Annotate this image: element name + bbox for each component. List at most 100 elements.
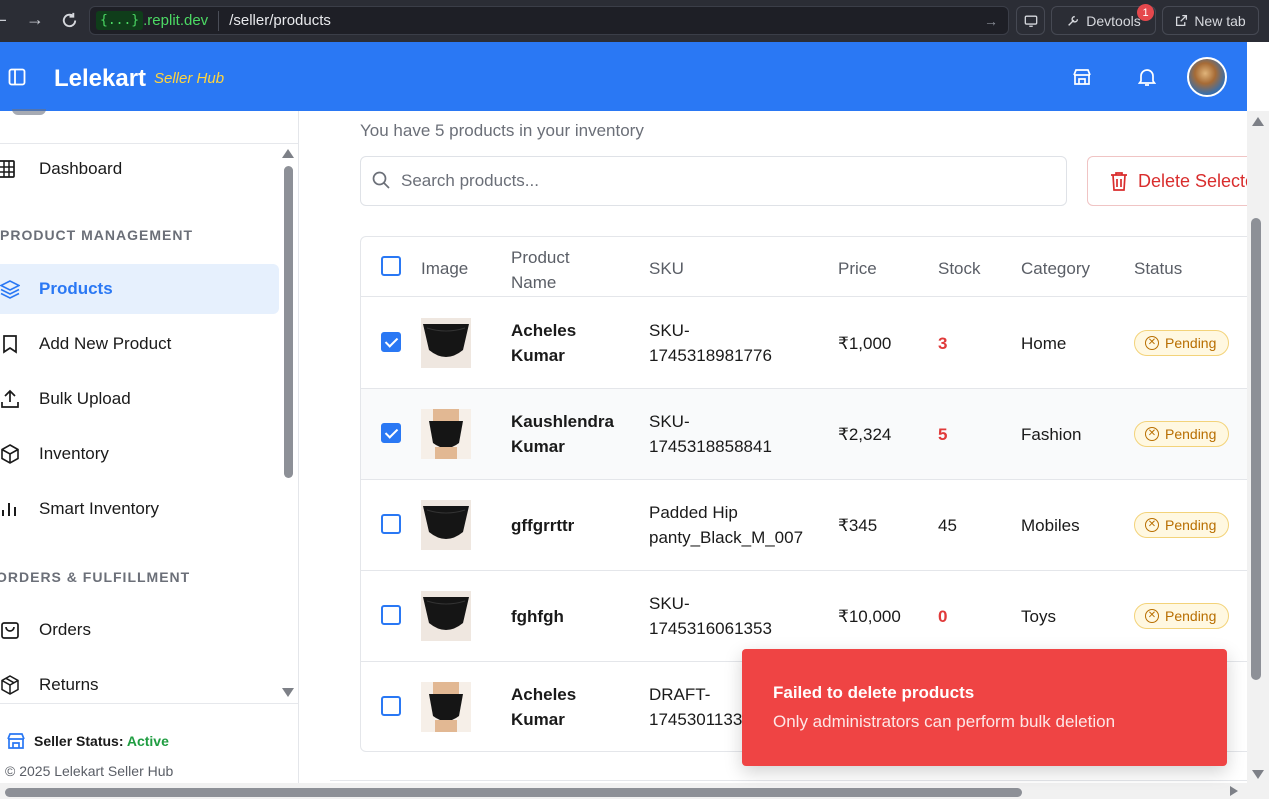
product-thumbnail[interactable] (421, 682, 471, 732)
column-header-stock: Stock (938, 259, 981, 278)
error-toast[interactable]: Failed to delete products Only administr… (742, 649, 1227, 766)
reload-icon[interactable] (60, 11, 79, 30)
product-thumbnail[interactable] (421, 318, 471, 368)
bell-icon[interactable] (1138, 67, 1156, 87)
table-row[interactable]: gffgrrttr Padded Hip panty_Black_M_007 ₹3… (361, 480, 1247, 571)
browser-chrome: – → {...} .replit.dev /seller/products →… (0, 0, 1269, 42)
row-checkbox[interactable] (381, 514, 401, 534)
avatar[interactable] (1187, 57, 1227, 97)
product-price: ₹10,000 (838, 607, 901, 626)
product-name: fghfgh (511, 607, 564, 626)
address-bar[interactable]: {...} .replit.dev /seller/products → (89, 6, 1009, 35)
sidebar-item-label: Smart Inventory (39, 499, 159, 518)
product-name: Acheles Kumar (511, 685, 577, 729)
seller-status-value: Active (126, 733, 169, 749)
upload-icon (1, 389, 19, 408)
status-badge: ✕ Pending (1134, 421, 1230, 447)
product-price: ₹2,324 (838, 425, 892, 444)
product-thumbnail[interactable] (421, 500, 471, 550)
sidebar-item-orders[interactable]: Orders (0, 605, 279, 655)
search-input[interactable] (401, 171, 1041, 191)
sidebar-item-dashboard[interactable]: Dashboard (0, 144, 279, 194)
scroll-up-icon[interactable] (282, 149, 294, 158)
product-category: Toys (1021, 607, 1056, 626)
sidebar-item-smart-inventory[interactable]: Smart Inventory (0, 484, 279, 534)
product-category: Home (1021, 334, 1067, 353)
sidebar: Dashboard PRODUCT MANAGEMENT Products Ad… (0, 109, 299, 799)
replit-badge: {...} (96, 11, 144, 30)
sidebar-item-inventory[interactable]: Inventory (0, 429, 279, 479)
product-stock: 3 (938, 334, 948, 353)
page-scroll-thumb[interactable] (1251, 218, 1261, 680)
x-circle-icon: ✕ (1145, 336, 1159, 350)
table-row[interactable]: Kaushlendra Kumar SKU- 1745318858841 ₹2,32… (361, 389, 1247, 480)
product-sku: SKU- 1745316061353 (649, 594, 772, 638)
sidebar-item-label: Orders (39, 620, 91, 639)
sidebar-item-label: Inventory (39, 444, 109, 463)
go-arrow-icon[interactable]: → (984, 13, 998, 29)
scroll-right-icon[interactable] (1230, 786, 1238, 796)
product-thumbnail[interactable] (421, 591, 471, 641)
x-circle-icon: ✕ (1145, 518, 1159, 532)
devtools-button[interactable]: Devtools 1 (1051, 4, 1156, 35)
sidebar-scroll-thumb[interactable] (284, 166, 293, 478)
delete-selected-button[interactable]: Delete Selected (1087, 156, 1247, 206)
bar-chart-icon (2, 503, 16, 516)
box-icon (1, 444, 19, 464)
row-checkbox[interactable] (381, 696, 401, 716)
product-stock: 45 (938, 516, 957, 535)
sidebar-item-label: Bulk Upload (39, 389, 131, 408)
delete-selected-label: Delete Selected (1138, 170, 1247, 191)
toast-title: Failed to delete products (773, 683, 975, 702)
product-sku: Padded Hip panty_Black_M_007 (649, 503, 804, 547)
back-icon[interactable]: – (0, 9, 6, 30)
row-checkbox[interactable] (381, 332, 401, 352)
store-icon[interactable] (1072, 67, 1092, 87)
column-header-image: Image (421, 259, 469, 278)
package-icon (1, 675, 19, 695)
brand-logo[interactable]: Lelekart (54, 65, 146, 93)
scroll-up-icon[interactable] (1252, 117, 1264, 126)
row-checkbox[interactable] (381, 423, 401, 443)
app-header: Lelekart Seller Hub (0, 42, 1247, 111)
table-header: Image Product Name SKU Price Stock Categ… (361, 237, 1247, 297)
product-sku: SKU- 1745318858841 (649, 412, 772, 456)
copyright: © 2025 Lelekart Seller Hub (5, 763, 174, 779)
product-price: ₹1,000 (838, 334, 892, 353)
sidebar-item-bulk-upload[interactable]: Bulk Upload (0, 374, 279, 424)
product-category: Mobiles (1021, 516, 1080, 535)
sidebar-item-label: Returns (39, 675, 99, 694)
product-name: Kaushlendra Kumar (511, 412, 614, 456)
new-tab-label: New tab (1194, 12, 1246, 29)
scroll-down-icon[interactable] (282, 688, 294, 697)
new-tab-button[interactable]: New tab (1162, 6, 1259, 35)
table-row[interactable]: Acheles Kumar SKU- 1745318981776 ₹1,000 3 … (361, 298, 1247, 389)
forward-icon[interactable]: → (26, 9, 44, 30)
select-all-checkbox[interactable] (381, 256, 401, 276)
bag-icon (1, 622, 19, 639)
search-box[interactable] (360, 156, 1067, 206)
sidebar-toggle-icon[interactable] (8, 68, 26, 86)
sidebar-item-add-new-product[interactable]: Add New Product (0, 319, 279, 369)
trash-icon (1111, 172, 1127, 191)
x-circle-icon: ✕ (1145, 427, 1159, 441)
section-product-management: PRODUCT MANAGEMENT (0, 227, 193, 243)
product-name: gffgrrttr (511, 516, 575, 535)
scroll-down-icon[interactable] (1252, 770, 1264, 779)
product-stock: 5 (938, 425, 948, 444)
horizontal-scroll-thumb[interactable] (5, 788, 1022, 797)
url-host: .replit.dev (143, 12, 209, 29)
row-checkbox[interactable] (381, 605, 401, 625)
status-badge: ✕ Pending (1134, 603, 1230, 629)
column-header-sku: SKU (649, 259, 684, 278)
sidebar-item-label: Dashboard (39, 159, 123, 178)
screen-button[interactable] (1016, 6, 1045, 35)
section-orders-fulfillment: ORDERS & FULFILLMENT (0, 569, 191, 585)
sidebar-item-products[interactable]: Products (0, 264, 279, 314)
url-path: /seller/products (229, 12, 331, 29)
product-thumbnail[interactable] (421, 409, 471, 459)
search-icon (372, 171, 390, 189)
bookmark-icon (3, 335, 17, 354)
wrench-icon (1068, 15, 1079, 26)
column-header-category: Category (1021, 259, 1090, 278)
